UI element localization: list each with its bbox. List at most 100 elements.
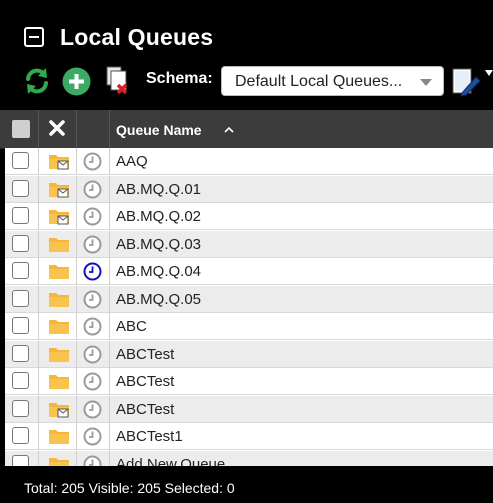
cell-divider — [109, 450, 110, 466]
row-checkbox[interactable] — [12, 317, 29, 334]
queue-name[interactable]: ABCTest — [116, 346, 174, 363]
cell-divider — [76, 175, 77, 203]
queue-name[interactable]: ABCTest1 — [116, 428, 183, 445]
cell-divider — [38, 395, 39, 423]
queue-name[interactable]: ABCTest — [116, 401, 174, 418]
queue-name[interactable]: AB.MQ.Q.01 — [116, 181, 201, 198]
panel-title: Local Queues — [60, 24, 214, 50]
cell-divider — [109, 395, 110, 423]
cell-divider — [109, 313, 110, 340]
local-queues-panel: Local Queues Schema: Default Local Queue… — [0, 0, 493, 503]
queue-name[interactable]: AB.MQ.Q.03 — [116, 236, 201, 253]
cell-divider — [76, 285, 77, 313]
clock-icon — [83, 372, 102, 391]
table-row[interactable]: AB.MQ.Q.05 — [5, 285, 493, 313]
cell-divider — [76, 423, 77, 450]
clock-icon — [83, 152, 102, 171]
clock-icon — [83, 290, 102, 308]
table-row[interactable]: AB.MQ.Q.03 — [5, 230, 493, 258]
column-divider — [38, 110, 39, 148]
cell-divider — [109, 175, 110, 203]
table-row[interactable]: AB.MQ.Q.02 — [5, 203, 493, 230]
row-checkbox[interactable] — [12, 179, 29, 197]
queue-name-column-header[interactable]: Queue Name — [116, 122, 202, 138]
row-checkbox[interactable] — [12, 454, 29, 466]
refresh-icon[interactable] — [24, 67, 50, 95]
queue-name[interactable]: Add.New.Queue — [116, 456, 225, 467]
folder-message-icon — [49, 210, 69, 225]
row-checkbox[interactable] — [12, 344, 29, 362]
clock-icon — [83, 345, 102, 363]
row-checkbox[interactable] — [12, 427, 29, 444]
close-icon[interactable] — [48, 118, 66, 138]
queue-name[interactable]: AB.MQ.Q.04 — [116, 263, 201, 280]
row-checkbox[interactable] — [12, 152, 29, 169]
row-checkbox[interactable] — [12, 262, 29, 279]
sort-ascending-icon[interactable] — [224, 126, 234, 133]
table-row[interactable]: AAQ — [5, 148, 493, 175]
folder-message-icon — [49, 402, 69, 417]
table-row[interactable]: ABC — [5, 313, 493, 340]
delete-queue-icon[interactable] — [105, 66, 133, 96]
clock-icon — [83, 400, 102, 418]
select-all-checkbox[interactable] — [12, 120, 30, 138]
collapse-icon[interactable] — [24, 27, 44, 47]
table-row[interactable]: ABCTest — [5, 368, 493, 395]
status-bar: Total: 205 Visible: 205 Selected: 0 — [0, 466, 493, 503]
folder-icon — [49, 320, 69, 334]
cell-divider — [76, 450, 77, 466]
row-checkbox[interactable] — [12, 372, 29, 389]
table-row[interactable]: ABCTest — [5, 395, 493, 423]
cell-divider — [38, 148, 39, 175]
clock-icon — [83, 180, 102, 198]
table-row[interactable]: Add.New.Queue — [5, 450, 493, 467]
cell-divider — [38, 313, 39, 340]
cell-divider — [109, 203, 110, 230]
queue-name[interactable]: ABCTest — [116, 373, 174, 390]
cell-divider — [109, 340, 110, 368]
chevron-down-icon — [420, 79, 432, 86]
folder-icon — [49, 292, 69, 307]
cell-divider — [109, 258, 110, 285]
clock-icon — [83, 455, 102, 466]
table-row[interactable]: ABCTest — [5, 340, 493, 368]
row-checkbox[interactable] — [12, 399, 29, 417]
queue-name[interactable]: AB.MQ.Q.02 — [116, 208, 201, 225]
queue-name[interactable]: ABC — [116, 318, 147, 335]
folder-icon — [49, 430, 69, 444]
queue-name[interactable]: AAQ — [116, 153, 148, 170]
table-row[interactable]: ABCTest1 — [5, 423, 493, 450]
clock-icon — [83, 317, 102, 336]
table-header: Queue Name — [0, 110, 493, 149]
schema-label: Schema: — [146, 70, 213, 87]
cell-divider — [76, 148, 77, 175]
row-checkbox[interactable] — [12, 207, 29, 224]
folder-icon — [49, 347, 69, 362]
cell-divider — [109, 148, 110, 175]
schema-select[interactable]: Default Local Queues... — [221, 66, 444, 96]
add-queue-icon[interactable] — [62, 67, 91, 96]
cell-divider — [109, 285, 110, 313]
schema-menu-icon[interactable] — [485, 70, 493, 78]
folder-message-icon — [49, 182, 69, 197]
queue-name[interactable]: AB.MQ.Q.05 — [116, 291, 201, 308]
row-checkbox[interactable] — [12, 289, 29, 307]
edit-schema-icon[interactable] — [452, 67, 482, 97]
cell-divider — [38, 450, 39, 466]
cell-divider — [38, 340, 39, 368]
row-checkbox[interactable] — [12, 234, 29, 252]
cell-divider — [109, 423, 110, 450]
table-row[interactable]: AB.MQ.Q.04 — [5, 258, 493, 285]
cell-divider — [38, 230, 39, 258]
cell-divider — [38, 258, 39, 285]
cell-divider — [76, 340, 77, 368]
clock-icon — [83, 235, 102, 253]
queue-list: AAQ AB.MQ.Q.01 AB.MQ.Q.02 AB.MQ.Q.03 AB.MQ.Q… — [5, 148, 493, 466]
folder-icon — [49, 375, 69, 389]
clock-active-icon — [83, 262, 102, 281]
table-row[interactable]: AB.MQ.Q.01 — [5, 175, 493, 203]
cell-divider — [76, 395, 77, 423]
folder-message-icon — [49, 155, 69, 170]
clock-icon — [83, 427, 102, 446]
cell-divider — [38, 175, 39, 203]
